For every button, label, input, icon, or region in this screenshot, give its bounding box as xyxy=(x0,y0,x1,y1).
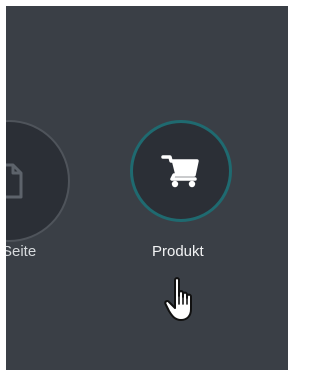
hand-pointer-icon xyxy=(164,276,200,324)
page-option-button[interactable] xyxy=(6,120,70,242)
cart-icon xyxy=(161,155,199,188)
type-chooser-panel: Seite Produkt xyxy=(6,6,288,370)
page-icon xyxy=(6,163,23,199)
product-option-button[interactable] xyxy=(130,120,232,222)
page-option-label: Seite xyxy=(6,243,37,260)
product-option-label: Produkt xyxy=(152,243,204,260)
